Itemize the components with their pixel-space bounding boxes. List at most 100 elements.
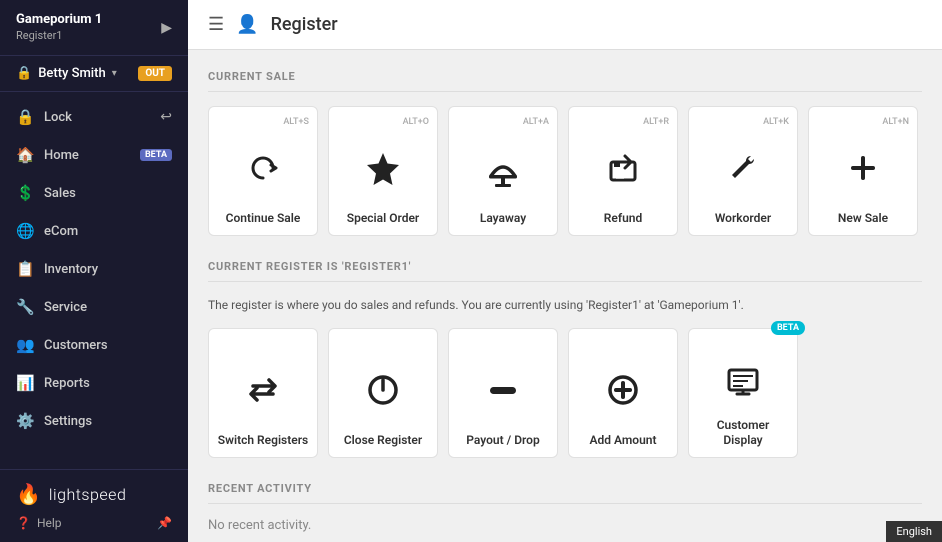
user-status-badge: OUT [138,66,172,81]
new-sale-label: New Sale [838,211,888,227]
add-amount-icon [603,355,643,425]
current-register-section: CURRENT REGISTER IS 'REGISTER1' The regi… [208,260,922,458]
layaway-icon [483,133,523,203]
register-name: Register1 [16,29,102,43]
hamburger-icon[interactable]: ☰ [208,14,224,35]
user-info[interactable]: 🔒 Betty Smith ▾ [16,66,117,81]
sidebar-item-reports[interactable]: 📊 Reports [0,364,188,402]
home-beta-badge: BETA [140,149,172,161]
lock-user-icon: 🔒 [16,66,32,81]
sidebar-item-customers[interactable]: 👥 Customers [0,326,188,364]
help-icon: ❓ [16,516,31,530]
logo-text: lightspeed [49,485,126,504]
sidebar-item-inventory[interactable]: 📋 Inventory [0,250,188,288]
switch-registers-label: Switch Registers [218,433,308,449]
customers-icon: 👥 [16,336,34,354]
payout-drop-card[interactable]: - Payout / Drop [448,328,558,458]
switch-registers-card[interactable]: - Switch Registers [208,328,318,458]
sidebar-item-ecom[interactable]: 🌐 eCom [0,212,188,250]
current-sale-cards: ALT+S Continue Sale ALT+O Special Order [208,106,922,236]
content-area: CURRENT SALE ALT+S Continue Sale ALT+O [188,50,942,542]
sidebar-footer-nav: ❓ Help 📌 [16,516,172,530]
user-name: Betty Smith [38,66,106,81]
new-sale-card[interactable]: ALT+N New Sale [808,106,918,236]
sidebar-collapse-button[interactable]: ▶ [161,20,172,36]
close-register-label: Close Register [344,433,422,449]
customer-display-card[interactable]: BETA - Customer Display [688,328,798,458]
nav-section: 🔒 Lock ↩ 🏠 Home BETA 💲 Sales 🌐 eCom 📋 In… [0,92,188,469]
special-order-icon [363,133,403,203]
main-content: ☰ 👤 Register CURRENT SALE ALT+S Continue… [188,0,942,542]
home-icon: 🏠 [16,146,34,164]
page-title: Register [271,14,338,35]
add-amount-card[interactable]: - Add Amount [568,328,678,458]
workorder-card[interactable]: ALT+K Workorder [688,106,798,236]
payout-drop-label: Payout / Drop [466,433,539,449]
sidebar-item-ecom-label: eCom [44,224,78,239]
sidebar-item-lock[interactable]: 🔒 Lock ↩ [0,98,188,136]
sidebar-item-sales-label: Sales [44,186,76,201]
user-chevron-icon: ▾ [112,68,117,79]
ecom-icon: 🌐 [16,222,34,240]
sidebar-item-home[interactable]: 🏠 Home BETA [0,136,188,174]
sidebar-item-lock-action[interactable]: ↩ [160,109,172,125]
payout-drop-icon [483,355,523,425]
reports-icon: 📊 [16,374,34,392]
special-order-shortcut: ALT+O [403,117,429,127]
recent-activity-title: RECENT ACTIVITY [208,482,922,504]
sidebar-item-service-label: Service [44,300,87,315]
continue-sale-icon [243,133,283,203]
lock-icon: 🔒 [16,108,34,126]
current-sale-title: CURRENT SALE [208,70,922,92]
store-info: Gameporium 1 Register1 [16,12,102,43]
user-row: 🔒 Betty Smith ▾ OUT [0,56,188,92]
refund-shortcut: ALT+R [643,117,669,127]
language-badge[interactable]: English [886,521,942,542]
flame-icon: 🔥 [16,482,41,506]
layaway-card[interactable]: ALT+A Layaway [448,106,558,236]
sidebar-item-reports-label: Reports [44,376,90,391]
current-register-title: CURRENT REGISTER IS 'REGISTER1' [208,260,922,282]
close-register-card[interactable]: - Close Register [328,328,438,458]
sidebar-item-lock-label: Lock [44,110,72,125]
recent-activity-section: RECENT ACTIVITY No recent activity. Toda… [208,482,922,542]
special-order-card[interactable]: ALT+O Special Order [328,106,438,236]
switch-registers-icon [243,355,283,425]
new-sale-shortcut: ALT+N [882,117,909,127]
sidebar: Gameporium 1 Register1 ▶ 🔒 Betty Smith ▾… [0,0,188,542]
sidebar-item-home-label: Home [44,148,79,163]
customer-display-icon [723,355,763,410]
register-description: The register is where you do sales and r… [208,296,922,314]
refund-card[interactable]: ALT+R Refund [568,106,678,236]
continue-sale-shortcut: ALT+S [283,117,309,127]
customer-display-beta-badge: BETA [771,321,805,335]
sidebar-footer: 🔥 lightspeed ❓ Help 📌 [0,469,188,542]
pin-button[interactable]: 📌 [157,516,172,530]
workorder-icon [723,133,763,203]
lightspeed-logo: 🔥 lightspeed [16,482,172,506]
continue-sale-card[interactable]: ALT+S Continue Sale [208,106,318,236]
sidebar-item-customers-label: Customers [44,338,108,353]
workorder-shortcut: ALT+K [763,117,789,127]
special-order-label: Special Order [347,211,419,227]
no-activity-text: No recent activity. [208,518,922,533]
settings-icon: ⚙️ [16,412,34,430]
refund-icon [603,133,643,203]
sidebar-item-service[interactable]: 🔧 Service [0,288,188,326]
pin-icon: 📌 [157,516,172,530]
register-cards: - Switch Registers - Close Register [208,328,922,458]
layaway-label: Layaway [480,211,526,227]
current-sale-section: CURRENT SALE ALT+S Continue Sale ALT+O [208,70,922,236]
sidebar-header: Gameporium 1 Register1 ▶ [0,0,188,56]
store-name: Gameporium 1 [16,12,102,29]
add-amount-label: Add Amount [589,433,656,449]
topbar: ☰ 👤 Register [188,0,942,50]
help-button[interactable]: ❓ Help [16,516,62,530]
customer-display-label: Customer Display [697,418,789,449]
service-icon: 🔧 [16,298,34,316]
sidebar-item-sales[interactable]: 💲 Sales [0,174,188,212]
sales-icon: 💲 [16,184,34,202]
sidebar-item-settings[interactable]: ⚙️ Settings [0,402,188,440]
sidebar-item-settings-label: Settings [44,414,92,429]
workorder-label: Workorder [715,211,771,227]
